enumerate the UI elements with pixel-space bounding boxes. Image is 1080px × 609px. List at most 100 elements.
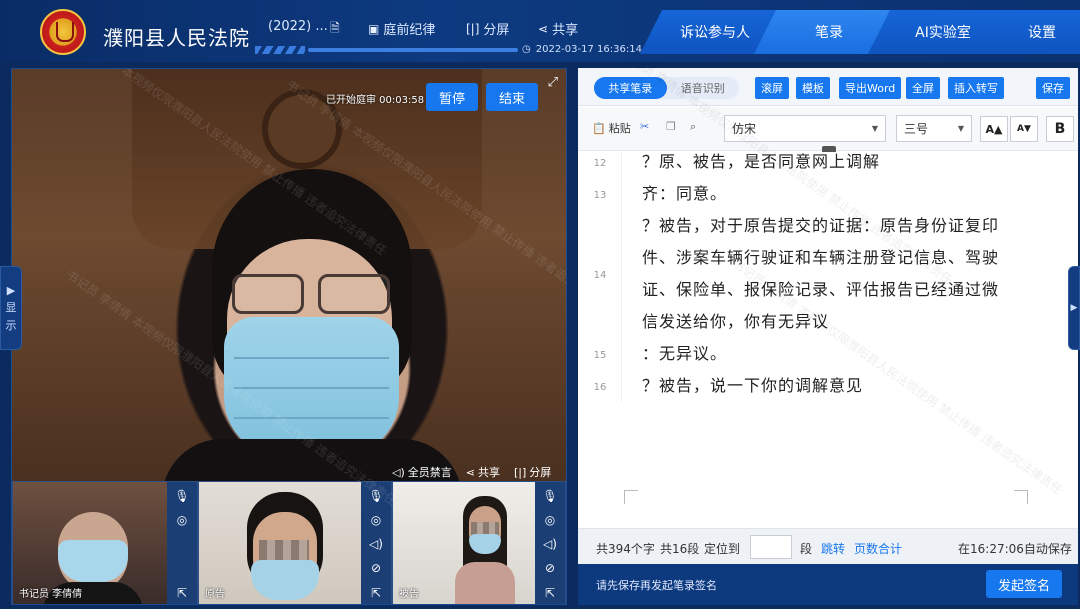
speaker-icon[interactable]: ◁) [543,534,557,554]
defendant-label: 被告 [399,589,419,600]
record-paragraph[interactable]: 齐：同意。 [642,178,1012,210]
record-paragraph[interactable]: ？原、被告，是否同意网上调解 [642,146,1012,178]
video-toolbar: ◁) 全员禁言 ⋖ 共享 [|] 分屏 [392,464,551,480]
sign-hint: 请先保存再发起笔录签名 [596,579,717,592]
popout-icon[interactable]: ⇱ [177,586,187,600]
cut-button[interactable]: ✂ [640,120,649,133]
defendant-shirt [455,562,515,604]
microphone-icon[interactable]: 🎙 [368,486,383,506]
paste-button[interactable]: 📋 粘贴 [592,120,631,136]
side-tab-show[interactable]: ▶ 显 示 [0,266,22,350]
save-button[interactable]: 保存 [1036,77,1070,99]
microphone-icon[interactable]: 🎙 [174,486,189,506]
mute-all-button[interactable]: ◁) 全员禁言 [392,464,452,480]
header-decoration [255,46,305,54]
share-button[interactable]: ⋖ 共享 [538,19,578,39]
camera-icon[interactable]: ◎ [371,510,381,530]
fullscreen-icon[interactable]: ⤢ [548,75,558,90]
plaintiff-video[interactable]: 🎙 ◎ ◁) ⊘ 原告 ⇱ [198,481,392,604]
insert-transcript-button[interactable]: 插入转写 [948,77,1004,99]
participant-thumbnails: 🎙 ◎ 书记员 李倩倩 ⇱ 🎙 ◎ ◁) ⊘ 原告 ⇱ 🎙 ◎ ◁) ⊘ 被告 … [12,481,566,604]
find-button[interactable]: ⌕ [690,120,696,134]
mask-fold [234,357,389,359]
split-screen-icon: [|] [513,466,527,479]
tab-speech-recognition[interactable]: 语音识别 [667,77,740,99]
end-button[interactable]: 结束 [486,83,538,111]
speaker-icon[interactable]: ◁) [369,534,383,554]
current-datetime: ◷ 2022-03-17 16:36:14 [522,44,642,55]
bold-button[interactable]: B [1046,116,1074,142]
template-button[interactable]: 模板 [796,77,830,99]
record-paragraph[interactable]: ：无异议。 [642,338,1012,370]
tab-shared-record[interactable]: 共享笔录 [594,77,667,99]
plaintiff-label: 原告 [205,589,225,600]
microphone-icon[interactable]: 🎙 [542,486,557,506]
share-icon: ⋖ [538,21,549,36]
save-disk-icon: ▣ [368,21,380,36]
glasses-lens [318,274,390,314]
side-tab-right[interactable]: ▶ [1068,266,1080,350]
line-number: 15 [593,350,607,361]
scroll-button[interactable]: 滚屏 [755,77,789,99]
record-status-bar: 共394个字 共16段 定位到 段 跳转 页数合计 在16:27:06自动保存 [578,528,1078,564]
copy-button[interactable]: ❐ [666,120,676,133]
judge-video[interactable]: 已开始庭审 00:03:58 暂停 结束 ⤢ ◁) 全员禁言 ⋖ 共享 [|] 分屏 [12,69,566,499]
popout-icon[interactable]: ⇱ [545,586,555,600]
defendant-video[interactable]: 🎙 ◎ ◁) ⊘ 被告 ⇱ [392,481,566,604]
page-total-link[interactable]: 页数合计 [854,540,902,557]
judge-face-mask [224,317,399,457]
para-unit: 段 [800,542,813,556]
record-editor[interactable]: 12 13 14 15 16 ？原、被告，是否同意网上调解 齐：同意。 ？被告，… [578,152,1078,528]
export-word-button[interactable]: 导出Word [839,77,902,99]
camera-icon[interactable]: ◎ [177,510,187,530]
video-share-button[interactable]: ⋖ 共享 [466,464,500,480]
case-number[interactable]: (2022) ... [268,19,328,34]
block-icon[interactable]: ⊘ [371,558,381,578]
record-panel: 共享笔录 语音识别 滚屏 模板 导出Word 全屏 插入转写 保存 📋 粘贴 ✂… [578,68,1078,605]
page-corner-mark [1014,490,1028,504]
para-count: 共16段 [660,542,700,556]
clerk-video[interactable]: 🎙 ◎ 书记员 李倩倩 ⇱ [12,481,198,604]
editor-toolbar: 📋 粘贴 ✂ ❐ ⌕ 仿宋 ▼ 三号 ▼ A▲ A▼ B [578,107,1078,151]
camera-icon[interactable]: ◎ [545,510,555,530]
shrink-font-button[interactable]: A▼ [1010,116,1038,142]
font-size-select[interactable]: 三号 ▼ [896,115,972,142]
grow-font-icon: A▲ [985,122,1003,136]
font-family-select[interactable]: 仿宋 ▼ [724,115,886,142]
page-corner-mark [624,490,638,504]
record-mode-toggle: 共享笔录 语音识别 [594,77,739,99]
clock-icon: ◷ [522,44,531,55]
video-split-button[interactable]: [|] 分屏 [514,464,551,480]
clerk-label: 书记员 李倩倩 [19,589,83,600]
record-paragraph[interactable]: ？被告，对于原告提交的证据：原告身份证复印件、涉案车辆行驶证和车辆注册登记信息、… [642,210,1012,338]
trial-elapsed-time: 已开始庭审 00:03:58 [326,95,425,106]
sign-bar: 请先保存再发起笔录签名 发起签名 [578,564,1078,605]
split-screen-button[interactable]: [|] 分屏 [466,19,509,39]
jump-link[interactable]: 跳转 [821,540,845,557]
mask-fold [234,417,389,419]
goto-label: 定位到 [704,542,741,556]
pause-button[interactable]: 暂停 [426,83,478,111]
start-sign-button[interactable]: 发起签名 [986,570,1062,598]
document-icon: 🗎 [330,21,340,35]
goto-paragraph-input[interactable] [750,535,792,559]
grow-font-button[interactable]: A▲ [980,116,1008,142]
autosave-status: 在16:27:06自动保存 [958,542,1072,556]
line-number: 12 [593,158,607,169]
shrink-font-icon: A▼ [1017,124,1031,134]
case-doc-button[interactable]: 🗎 [330,19,340,40]
popout-icon[interactable]: ⇱ [371,586,381,600]
block-icon[interactable]: ⊘ [545,558,555,578]
plaintiff-face-mask [251,560,319,600]
copy-icon: ❐ [666,120,676,133]
judge-glasses [232,274,392,318]
record-paragraph[interactable]: ？被告，说一下你的调解意见 [642,370,1012,402]
clipboard-icon: 📋 [592,121,606,135]
fullscreen-button[interactable]: 全屏 [906,77,940,99]
caret-down-icon: ▼ [871,124,878,133]
caret-down-icon: ▼ [957,124,964,133]
line-number: 13 [593,190,607,201]
search-icon: ⌕ [690,120,697,133]
record-topbar: 共享笔录 语音识别 滚屏 模板 导出Word 全屏 插入转写 保存 [578,68,1078,106]
court-discipline-button[interactable]: ▣ 庭前纪律 [368,19,435,39]
